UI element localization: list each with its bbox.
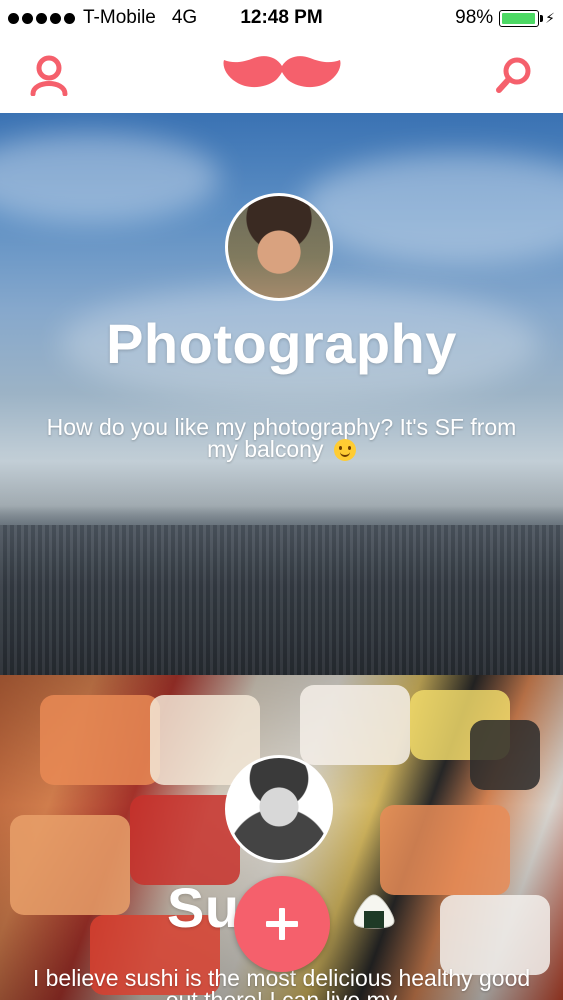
mustache-logo-icon [223,56,341,88]
sushi-decoration [130,795,240,885]
author-avatar[interactable] [225,755,333,863]
status-bar: T-Mobile 4G 12:48 PM 98% ⚡ [0,0,563,36]
search-button[interactable] [491,52,537,98]
card-description-text: How do you like my photography? It's SF … [46,414,517,462]
smiling-face-emoji-icon [333,439,356,461]
sushi-decoration [300,685,410,765]
profile-button[interactable] [26,52,72,98]
battery-icon [499,9,544,27]
cloud-decoration [300,153,563,263]
author-avatar[interactable] [225,193,333,301]
card-description: How do you like my photography? It's SF … [30,416,533,461]
feed-card-photography[interactable]: Photography How do you like my photograp… [0,113,563,675]
charging-bolt-icon: ⚡ [545,9,555,26]
nav-bar [0,36,563,113]
sushi-decoration [40,695,160,785]
cloud-decoration [0,133,220,223]
battery-fill [502,12,536,24]
battery-percent: 98% [455,7,494,28]
app-screen: T-Mobile 4G 12:48 PM 98% ⚡ Photography H… [0,0,563,1000]
search-icon [496,57,531,93]
plus-icon [266,908,298,940]
card-title: Photography [106,312,457,375]
add-post-button[interactable] [234,876,330,972]
sushi-decoration [470,720,540,790]
card-title-text: Su [166,876,240,939]
city-decoration [0,525,563,675]
status-right: 98% ⚡ [455,7,555,29]
profile-icon [30,55,68,96]
rice-ball-emoji-icon [353,894,395,929]
